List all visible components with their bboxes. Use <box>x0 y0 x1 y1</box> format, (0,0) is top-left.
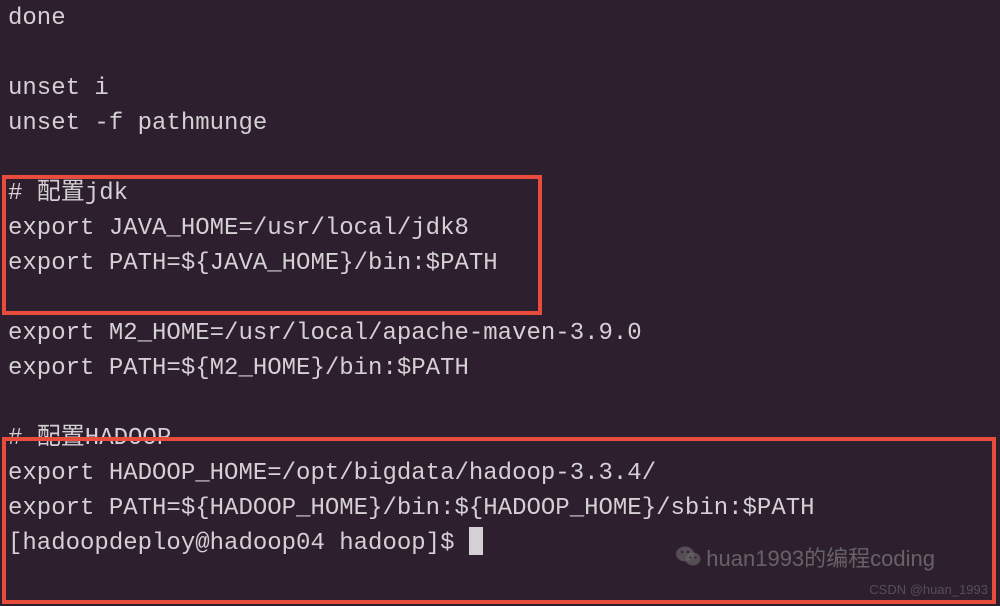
terminal-line: export PATH=${JAVA_HOME}/bin:$PATH <box>8 247 992 282</box>
terminal-line: # 配置jdk <box>8 177 992 212</box>
terminal-prompt: [hadoopdeploy@hadoop04 hadoop]$ <box>8 530 469 557</box>
watermark-text: huan1993的编程coding <box>706 546 935 571</box>
terminal-line: unset i <box>8 72 992 107</box>
terminal-line: # 配置HADOOP <box>8 422 992 457</box>
wechat-icon <box>676 544 702 576</box>
terminal-line: export HADOOP_HOME=/opt/bigdata/hadoop-3… <box>8 457 992 492</box>
terminal-line <box>8 387 992 422</box>
terminal-line: done <box>8 2 992 37</box>
terminal-line <box>8 282 992 317</box>
csdn-watermark: CSDN @huan_1993 <box>869 581 988 600</box>
terminal-line: export PATH=${M2_HOME}/bin:$PATH <box>8 352 992 387</box>
watermark: huan1993的编程coding <box>676 543 935 576</box>
terminal-line: unset -f pathmunge <box>8 107 992 142</box>
terminal-line <box>8 37 992 72</box>
terminal-line: export JAVA_HOME=/usr/local/jdk8 <box>8 212 992 247</box>
terminal-output[interactable]: done unset i unset -f pathmunge # 配置jdk … <box>0 2 1000 562</box>
cursor-icon <box>469 527 483 555</box>
terminal-line <box>8 142 992 177</box>
terminal-line: export M2_HOME=/usr/local/apache-maven-3… <box>8 317 992 352</box>
terminal-line: export PATH=${HADOOP_HOME}/bin:${HADOOP_… <box>8 492 992 527</box>
